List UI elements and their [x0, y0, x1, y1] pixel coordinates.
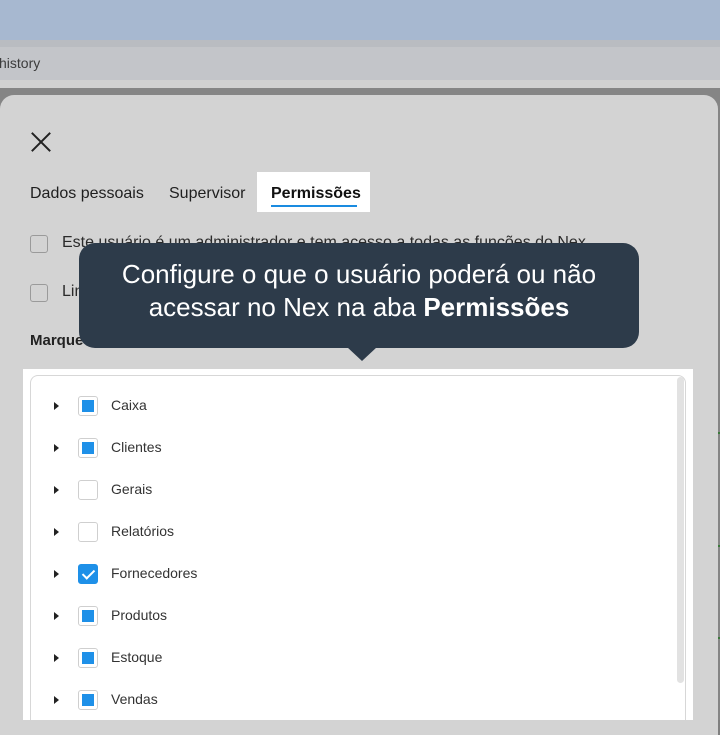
expand-caret-icon[interactable] — [54, 402, 59, 410]
permission-label: Estoque — [111, 649, 163, 665]
scrollbar-thumb[interactable] — [677, 377, 684, 683]
permission-label: Fornecedores — [111, 565, 198, 581]
history-bar: history — [0, 47, 720, 80]
tab-permissions[interactable]: Permissões — [257, 172, 370, 212]
expand-caret-icon[interactable] — [54, 486, 59, 494]
browser-divider — [0, 40, 720, 47]
tooltip-line-2: acessar no Nex na aba Permissões — [79, 291, 639, 324]
expand-caret-icon[interactable] — [54, 696, 59, 704]
browser-tab-bar — [0, 0, 720, 40]
permission-row-fornecedores[interactable]: Fornecedores — [50, 559, 650, 589]
tab-personal-data[interactable]: Dados pessoais — [30, 185, 144, 203]
expand-caret-icon[interactable] — [54, 444, 59, 452]
permission-row-caixa[interactable]: Caixa — [50, 391, 650, 421]
section-label: Marque — [30, 332, 84, 349]
permission-label: Relatórios — [111, 523, 175, 539]
permission-row-gerais[interactable]: Gerais — [50, 475, 650, 505]
permission-checkbox[interactable] — [78, 396, 98, 416]
tooltip-line-2-text: acessar no Nex na aba — [148, 292, 417, 322]
permission-checkbox[interactable] — [78, 564, 98, 584]
permission-row-vendas[interactable]: Vendas — [50, 685, 650, 715]
permission-row-produtos[interactable]: Produtos — [50, 601, 650, 631]
permission-label: Clientes — [111, 439, 162, 455]
tab-permissions-label: Permissões — [271, 185, 361, 202]
permission-checkbox[interactable] — [78, 480, 98, 500]
close-icon[interactable] — [30, 131, 52, 153]
admin-checkbox[interactable] — [30, 235, 48, 253]
permission-checkbox[interactable] — [78, 648, 98, 668]
permission-label: Vendas — [111, 691, 158, 707]
page-strip — [0, 80, 720, 88]
history-label[interactable]: history — [0, 55, 40, 71]
tutorial-tooltip: Configure o que o usuário poderá ou não … — [79, 243, 639, 361]
expand-caret-icon[interactable] — [54, 654, 59, 662]
expand-caret-icon[interactable] — [54, 528, 59, 536]
permission-checkbox[interactable] — [78, 606, 98, 626]
tooltip-highlight: Permissões — [423, 292, 570, 322]
tab-supervisor[interactable]: Supervisor — [169, 185, 245, 203]
tooltip-line-1: Configure o que o usuário poderá ou não — [121, 259, 597, 289]
expand-caret-icon[interactable] — [54, 570, 59, 578]
permission-checkbox[interactable] — [78, 438, 98, 458]
active-tab-underline — [271, 205, 357, 207]
limit-checkbox[interactable] — [30, 284, 48, 302]
expand-caret-icon[interactable] — [54, 612, 59, 620]
permission-checkbox[interactable] — [78, 690, 98, 710]
permission-row-estoque[interactable]: Estoque — [50, 643, 650, 673]
permission-label: Produtos — [111, 607, 168, 623]
permission-row-relatorios[interactable]: Relatórios — [50, 517, 650, 547]
permission-row-clientes[interactable]: Clientes — [50, 433, 650, 463]
permission-label: Gerais — [111, 481, 153, 497]
permission-label: Caixa — [111, 397, 147, 413]
permission-checkbox[interactable] — [78, 522, 98, 542]
